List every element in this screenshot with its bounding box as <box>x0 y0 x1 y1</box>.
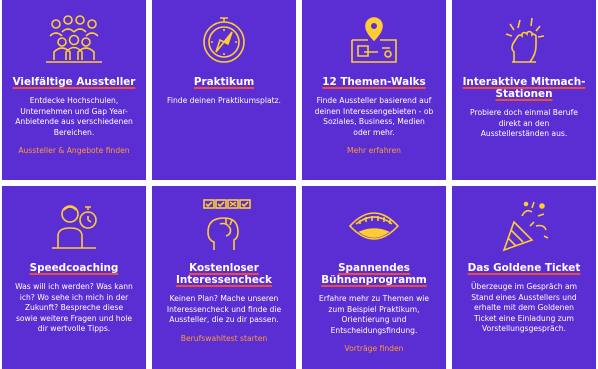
tile-goldenes-ticket: Das Goldene Ticket Überzeuge im Gespräch… <box>452 186 596 369</box>
hand-icon <box>492 10 556 70</box>
tile-description: Was will ich werden? Was kann ich? Wo se… <box>15 282 133 333</box>
coach-stopwatch-icon <box>42 196 106 256</box>
tile-description: Probiere doch einmal Berufe direkt an de… <box>470 108 578 138</box>
tile-praktikum: Praktikum Finde deinen Praktikumsplatz. <box>152 0 296 180</box>
tile-title: Kostenloser Interessencheck <box>176 262 272 286</box>
tile-themen-walks: 12 Themen-Walks Finde Aussteller basiere… <box>302 0 446 180</box>
tile-title: Speedcoaching <box>29 262 119 274</box>
tile-description: Finde deinen Praktikumsplatz. <box>167 96 281 105</box>
compass-icon <box>192 10 256 70</box>
vortraege-finden-link[interactable]: Vorträge finden <box>345 344 404 353</box>
feature-grid: Vielfältige Aussteller Entdecke Hochschu… <box>0 0 598 369</box>
tile-title: Das Goldene Ticket <box>467 262 581 274</box>
tile-title: Vielfältige Aussteller <box>12 76 136 88</box>
tile-title: Spannendes Bühnenprogramm <box>321 262 427 286</box>
tile-title: 12 Themen-Walks <box>322 76 426 88</box>
tile-description: Finde Aussteller basierend auf deinen In… <box>314 96 434 137</box>
tile-title: Praktikum <box>193 76 255 88</box>
mouth-icon <box>342 196 406 256</box>
berufswahltest-starten-link[interactable]: Berufswahltest starten <box>181 334 267 343</box>
mehr-erfahren-link[interactable]: Mehr erfahren <box>347 146 401 155</box>
tile-description: Keinen Plan? Mache unseren Interessenche… <box>166 294 282 324</box>
tile-title: Interaktive Mitmach-Stationen <box>462 76 586 100</box>
tile-aussteller: Vielfältige Aussteller Entdecke Hochschu… <box>2 0 146 180</box>
tile-description: Erfahre mehr zu Themen wie zum Beispiel … <box>318 294 430 335</box>
party-popper-icon <box>492 196 556 256</box>
tile-description: Entdecke Hochschulen, Unternehmen und Ga… <box>15 96 133 137</box>
tile-interessencheck: Kostenloser Interessencheck Keinen Plan?… <box>152 186 296 369</box>
tile-mitmach-stationen: Interaktive Mitmach-Stationen Probiere d… <box>452 0 596 180</box>
map-pin-icon <box>342 10 406 70</box>
tile-description: Überzeuge im Gespräch am Stand eines Aus… <box>470 282 578 333</box>
head-check-icon <box>192 196 256 256</box>
tile-buehnenprogramm: Spannendes Bühnenprogramm Erfahre mehr z… <box>302 186 446 369</box>
tile-speedcoaching: Speedcoaching Was will ich werden? Was k… <box>2 186 146 369</box>
aussteller-angebote-link[interactable]: Aussteller & Angebote finden <box>18 146 129 155</box>
crowd-icon <box>42 10 106 70</box>
